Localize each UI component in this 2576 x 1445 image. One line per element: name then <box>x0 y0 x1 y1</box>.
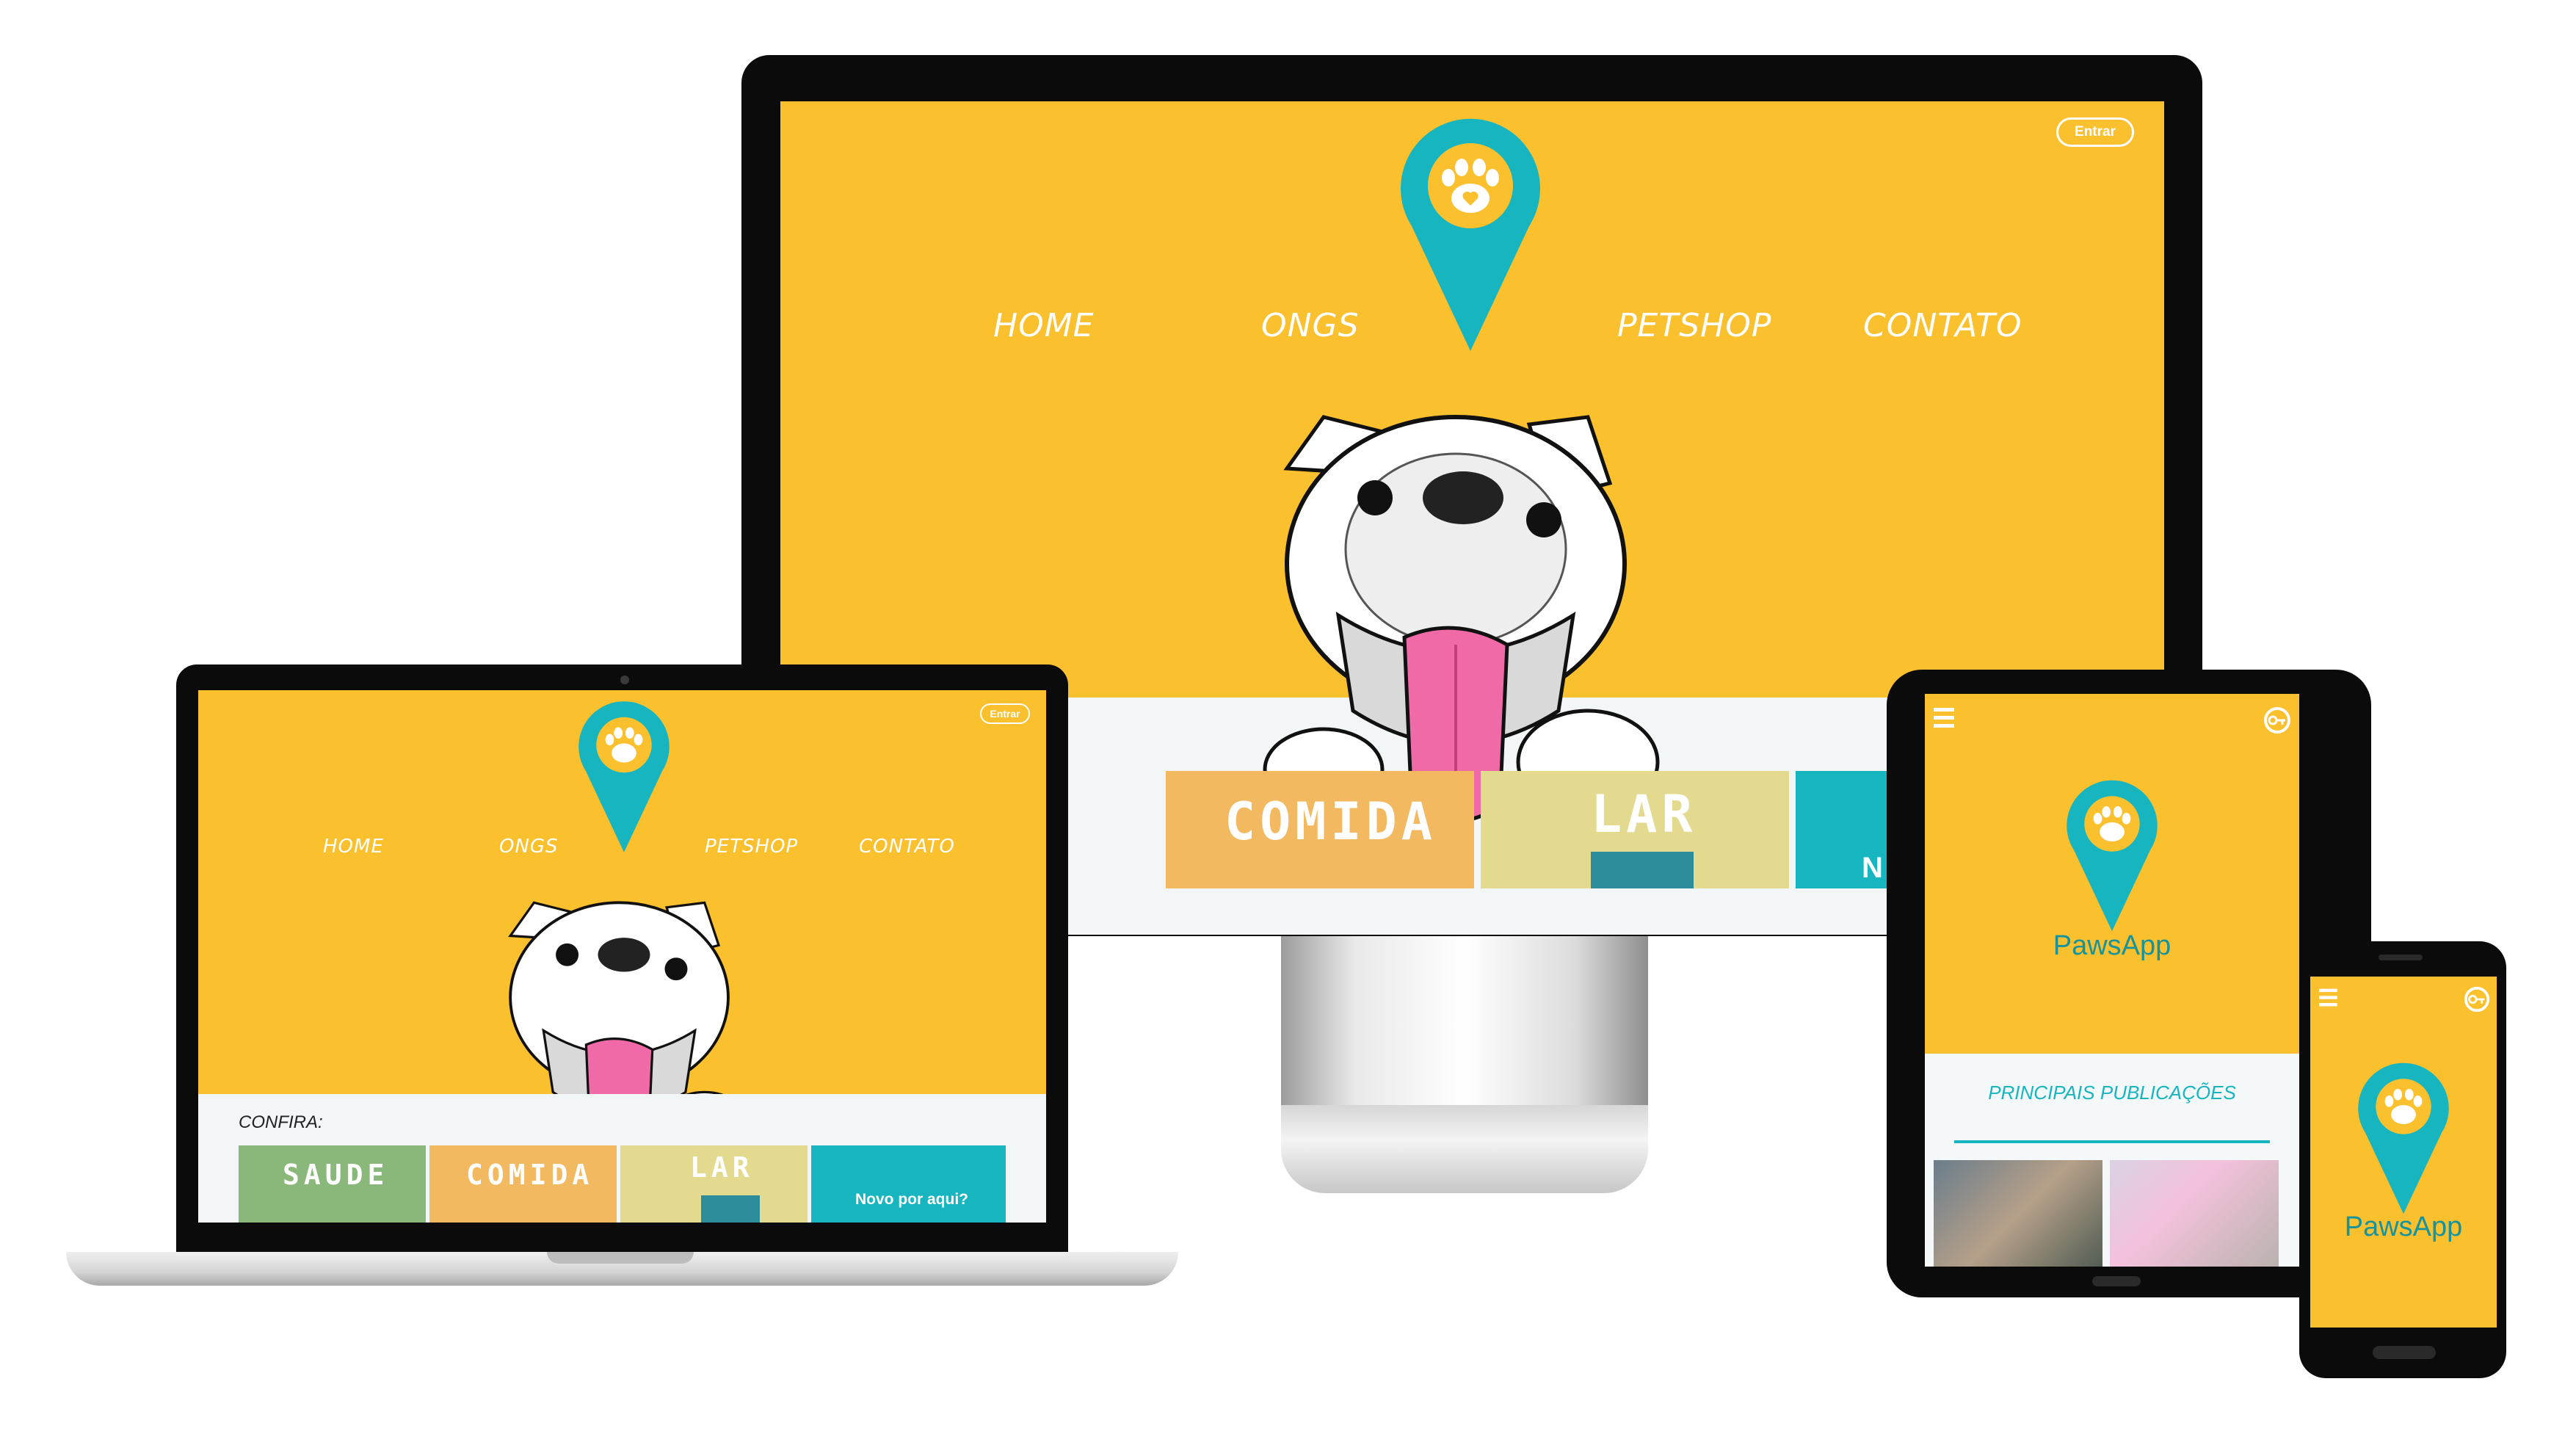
menu-icon[interactable] <box>1932 706 1960 731</box>
location-pin-paw-icon[interactable] <box>1397 116 1544 358</box>
card-comida[interactable]: COMIDA <box>1166 771 1474 888</box>
section-title: CONFIRA: <box>239 1112 323 1132</box>
entrar-button[interactable]: Entrar <box>980 703 1030 724</box>
login-key-icon[interactable] <box>2463 985 2491 1013</box>
card-lar[interactable]: LAR <box>1481 771 1789 888</box>
card-lar-label: LAR <box>690 1151 754 1184</box>
login-key-icon[interactable] <box>2263 706 2292 735</box>
card-saude-label: SAUDE <box>283 1159 389 1191</box>
card-comida-label: COMIDA <box>1224 792 1437 852</box>
divider <box>1954 1140 2270 1143</box>
nav-contato[interactable]: CONTATO <box>1863 307 2022 344</box>
location-pin-paw-icon <box>2358 1062 2449 1214</box>
nav-petshop[interactable]: PETSHOP <box>1617 307 1771 344</box>
laptop-screen: Entrar HOME ONGS PETSHOP CONTATO CONFIRA… <box>198 690 1046 1223</box>
menu-icon[interactable] <box>2318 987 2343 1009</box>
brand-name: PawsApp <box>2344 1212 2463 1242</box>
entrar-button[interactable]: Entrar <box>2056 117 2134 147</box>
nav-ongs[interactable]: ONGS <box>499 836 559 858</box>
card-lar[interactable]: LAR <box>620 1145 808 1223</box>
house-icon <box>701 1195 760 1223</box>
card-lar-label: LAR <box>1591 784 1697 844</box>
phone-speaker <box>2379 955 2423 960</box>
nav-petshop[interactable]: PETSHOP <box>705 836 798 858</box>
nav-home[interactable]: HOME <box>323 836 384 858</box>
location-pin-paw-icon <box>2067 780 2158 932</box>
publication-image-dog[interactable] <box>2110 1160 2279 1267</box>
phone-home-button[interactable] <box>2373 1346 2436 1359</box>
publication-image-tortoise[interactable] <box>1934 1160 2102 1267</box>
card-saude[interactable]: SAUDE <box>239 1145 426 1223</box>
camera <box>620 676 629 684</box>
monitor-stand-base <box>1281 1105 1648 1193</box>
card-novo-label: Novo por aqui? <box>855 1191 968 1208</box>
card-novo[interactable]: Novo por aqui? <box>811 1145 1006 1223</box>
nav-ongs[interactable]: ONGS <box>1261 307 1360 344</box>
tablet-home-button[interactable] <box>2092 1276 2141 1286</box>
location-pin-paw-icon[interactable] <box>576 698 672 859</box>
card-novo-label: N <box>1862 852 1883 884</box>
phone-screen: PawsApp <box>2310 977 2497 1328</box>
card-comida-label: COMIDA <box>466 1159 594 1191</box>
nav-home[interactable]: HOME <box>993 307 1094 344</box>
laptop-notch <box>547 1252 694 1264</box>
card-comida[interactable]: COMIDA <box>429 1145 617 1223</box>
brand-name: PawsApp <box>2053 930 2172 961</box>
nav-contato[interactable]: CONTATO <box>859 836 955 858</box>
tablet-screen: PawsApp PRINCIPAIS PUBLICAÇÕES <box>1925 694 2299 1267</box>
house-icon <box>1591 852 1694 888</box>
publications-heading: PRINCIPAIS PUBLICAÇÕES <box>1988 1082 2236 1104</box>
